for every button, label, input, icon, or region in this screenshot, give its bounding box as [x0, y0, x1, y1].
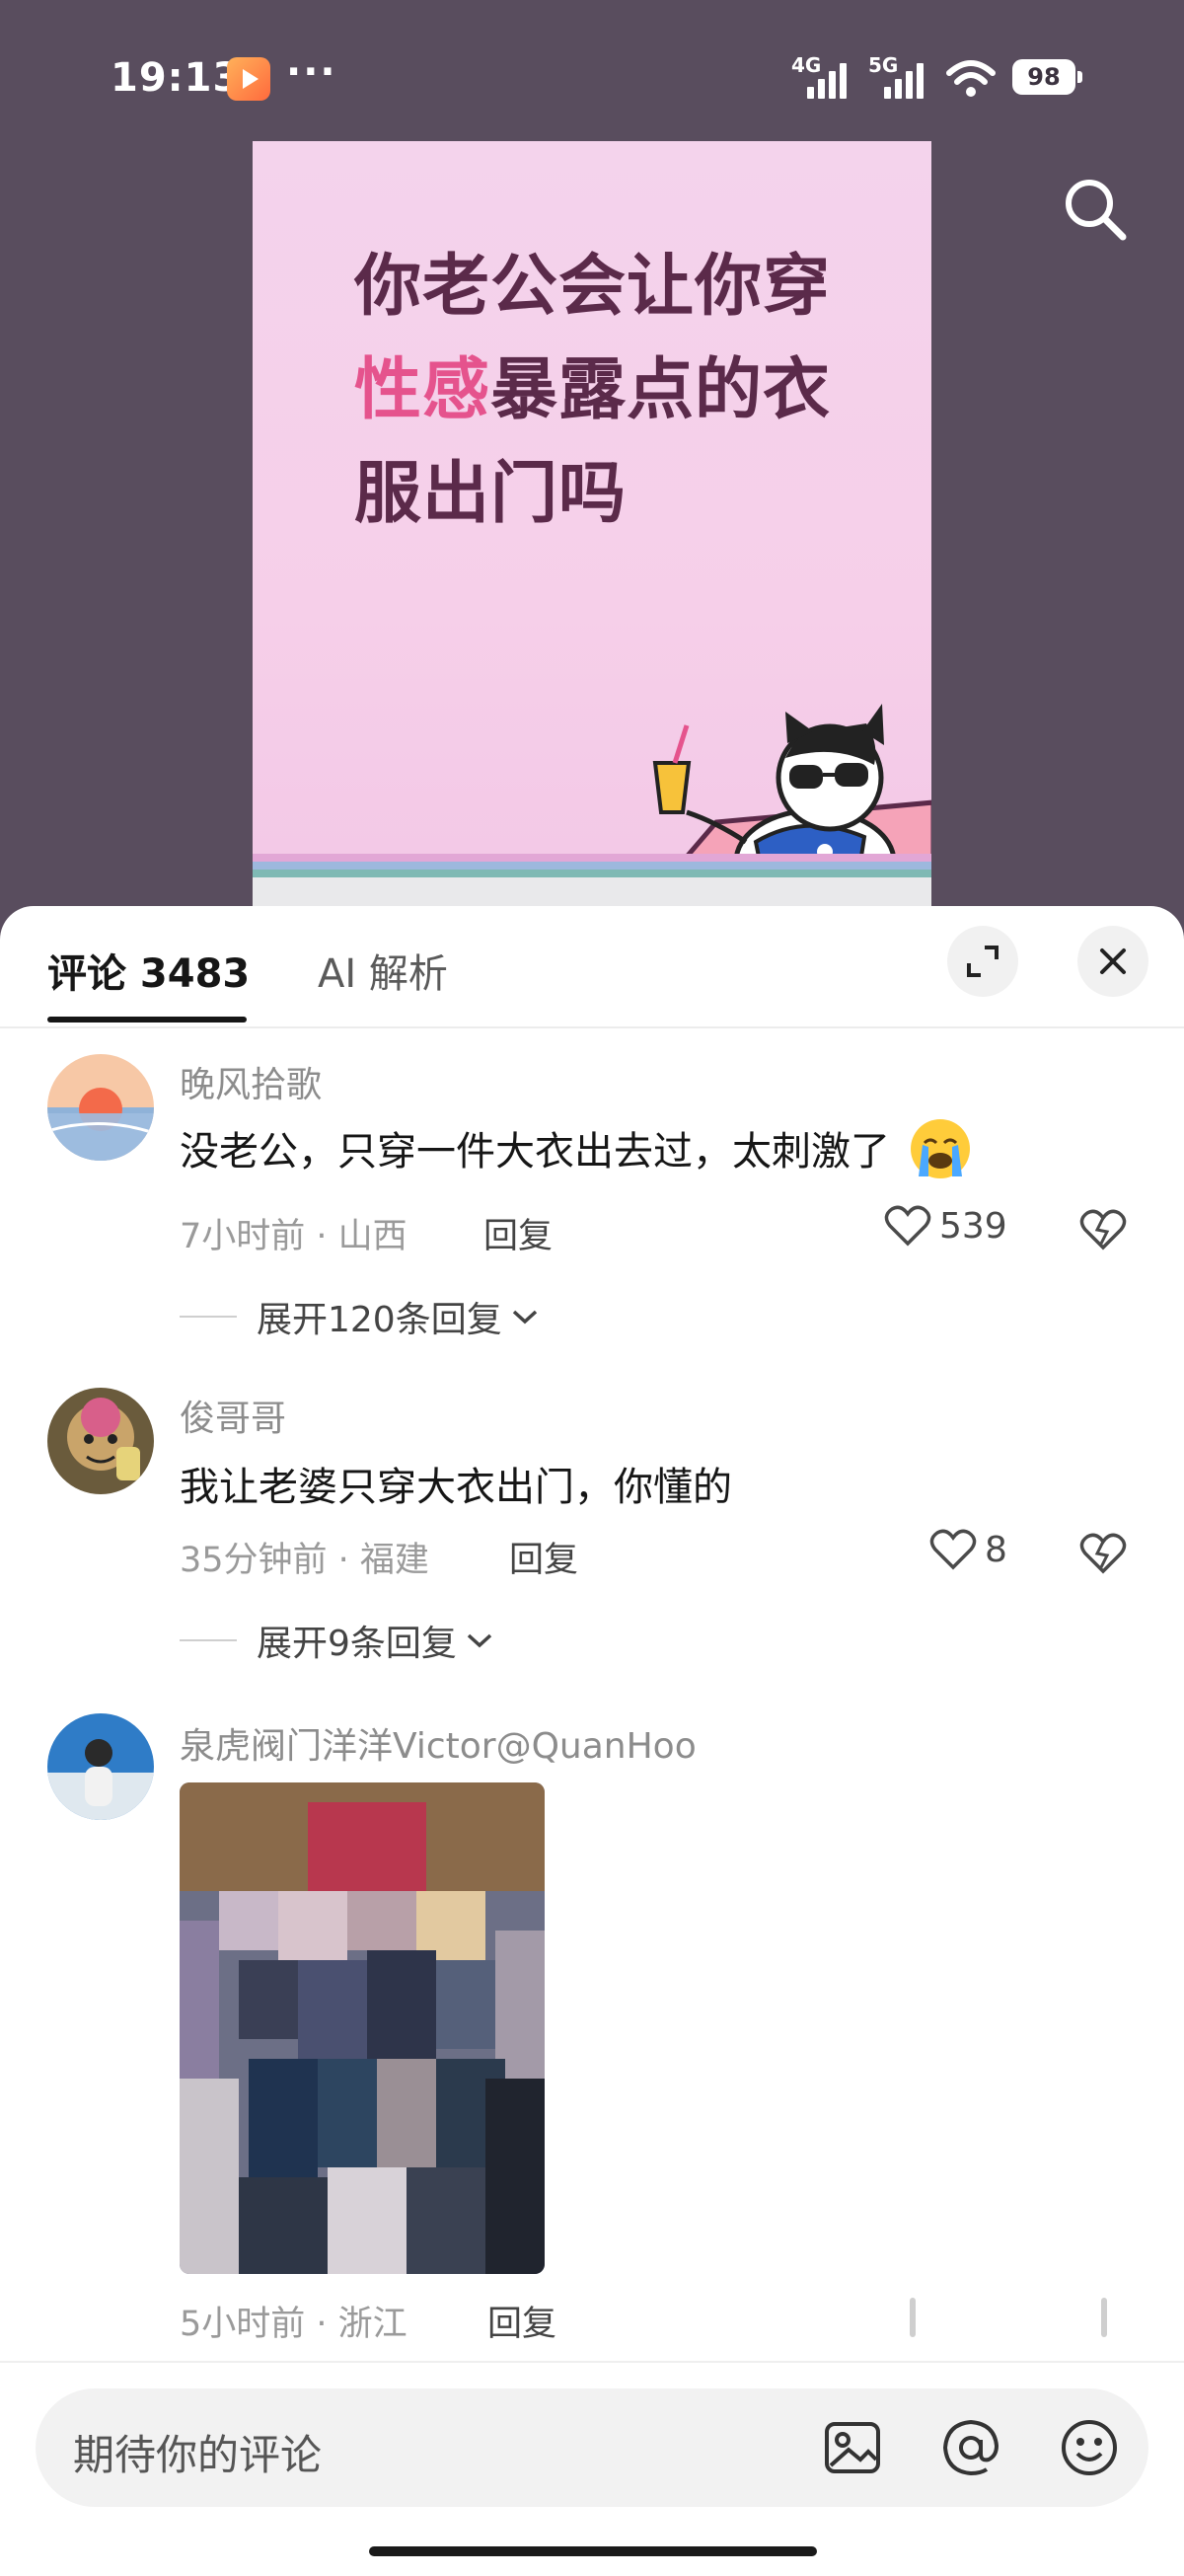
more-notifications-icon: ··· [286, 49, 337, 95]
status-indicators: 4G 5G 98 [791, 53, 1082, 99]
monkey-avatar-image [47, 1388, 154, 1494]
expand-divider [180, 1316, 237, 1318]
status-bar: 19:13 ··· 4G 5G 98 [0, 0, 1184, 158]
like-count: 539 [939, 1205, 1007, 1247]
expand-button[interactable] [947, 926, 1018, 997]
like-count: 8 [985, 1529, 1007, 1570]
comment-meta: 7小时前 · 山西 [180, 1217, 407, 1256]
comment-text: 没老公，只穿一件大衣出去过，太刺激了 [180, 1119, 974, 1182]
tab-comments[interactable]: 评论 3483 [47, 942, 250, 999]
video-area[interactable]: 19:13 ··· 4G 5G 98 你老公会让你穿 性感暴露点的衣 服出门吗 [0, 0, 1184, 928]
chevron-down-icon [512, 1310, 537, 1325]
comment-meta: 5小时前 · 浙江 [180, 2305, 407, 2344]
comment-photo[interactable] [180, 1782, 545, 2274]
comment-text-body: 没老公，只穿一件大衣出去过，太刺激了 [180, 1129, 890, 1174]
poster-line-2-rest: 暴露点的衣 [490, 351, 832, 429]
poster-line-2: 性感暴露点的衣 [354, 339, 917, 442]
person-avatar-image [47, 1713, 154, 1820]
avatar[interactable] [47, 1054, 154, 1161]
heart-icon [884, 1205, 931, 1247]
emoji-icon[interactable] [1058, 2416, 1121, 2479]
app-notification-icon [227, 57, 270, 101]
dislike-icon[interactable] [1079, 1206, 1127, 1253]
comment-text: 我让老婆只穿大衣出门，你懂的 [180, 1465, 732, 1510]
close-icon [1100, 948, 1126, 974]
dislike-icon[interactable] [1079, 1530, 1127, 1577]
tab-active-indicator [47, 1017, 247, 1023]
poster-title: 你老公会让你穿 性感暴露点的衣 服出门吗 [354, 235, 917, 546]
expand-divider [180, 1639, 237, 1641]
expand-replies-button[interactable]: 展开9条回复 [180, 1615, 494, 1666]
signal-5g-icon: 5G [868, 53, 929, 99]
signal-4g-icon: 4G [791, 53, 852, 99]
heart-icon [929, 1529, 977, 1570]
poster-highlight: 性感 [354, 351, 491, 429]
like-button[interactable]: 539 [884, 1204, 1007, 1248]
reply-button[interactable]: 回复 [487, 2296, 556, 2346]
search-icon[interactable] [1060, 174, 1129, 243]
status-time: 19:13 [111, 55, 242, 101]
wifi-icon [946, 60, 996, 97]
expand-replies-button[interactable]: 展开120条回复 [180, 1291, 540, 1342]
avatar[interactable] [47, 1713, 154, 1820]
comment-meta: 35分钟前 · 福建 [180, 1541, 429, 1580]
loudly-crying-face-icon [910, 1119, 970, 1178]
comment-author[interactable]: 俊哥哥 [180, 1390, 286, 1441]
image-icon[interactable] [821, 2416, 884, 2479]
battery-level: 98 [1027, 63, 1061, 91]
comment-author[interactable]: 泉虎阀门洋洋Victor@QuanHoo [180, 1717, 697, 1769]
avatar[interactable] [47, 1388, 154, 1494]
scroll-indicator-left [910, 2298, 916, 2337]
battery-icon: 98 [1012, 59, 1082, 95]
chevron-down-icon [467, 1633, 492, 1648]
comment-input-bar: 期待你的评论 [0, 2361, 1184, 2576]
comment-author[interactable]: 晚风拾歌 [180, 1056, 322, 1107]
poster-line-3: 服出门吗 [354, 455, 628, 533]
like-button[interactable]: 8 [929, 1528, 1007, 1571]
comment-input[interactable]: 期待你的评论 [36, 2388, 1148, 2507]
home-indicator[interactable] [369, 2546, 817, 2556]
reply-button[interactable]: 回复 [483, 1208, 553, 1258]
expand-icon [967, 946, 999, 977]
at-mention-icon[interactable] [939, 2416, 1002, 2479]
reply-button[interactable]: 回复 [509, 1532, 578, 1582]
scroll-indicator-right [1101, 2298, 1107, 2337]
video-poster[interactable]: 你老公会让你穿 性感暴露点的衣 服出门吗 [253, 141, 931, 928]
sunset-avatar-image [47, 1054, 154, 1161]
poster-line-1: 你老公会让你穿 [354, 248, 832, 326]
expand-replies-label: 展开120条回复 [257, 1300, 502, 1340]
pixelated-photo-image [180, 1782, 545, 2274]
comment-input-placeholder: 期待你的评论 [73, 2431, 323, 2479]
tab-ai-analysis[interactable]: AI 解析 [318, 942, 448, 999]
expand-replies-label: 展开9条回复 [257, 1624, 457, 1664]
comment-tabs: 评论 3483 AI 解析 [0, 906, 1184, 1028]
close-button[interactable] [1077, 926, 1148, 997]
